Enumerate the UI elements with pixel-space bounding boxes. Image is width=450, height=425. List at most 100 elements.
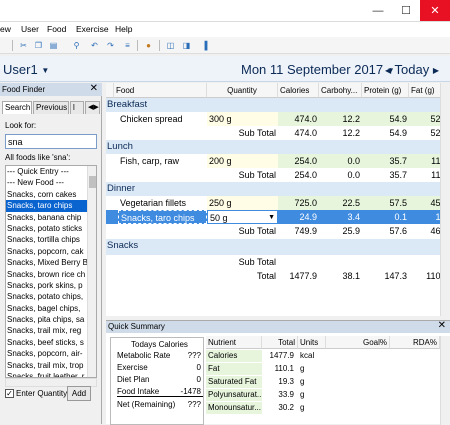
- food-list[interactable]: --- Quick Entry --- --- New Food --- Snack…: [5, 165, 97, 378]
- todays-calories-title: Todays Calories: [131, 340, 188, 349]
- food-cell[interactable]: Chicken spread: [118, 112, 207, 126]
- food-finder-header: Food Finder ✕: [0, 83, 102, 96]
- column-header-rda[interactable]: RDA%: [390, 336, 440, 349]
- panel-icon[interactable]: ◨: [181, 40, 192, 51]
- total-calories: 1477.9: [278, 269, 319, 283]
- today-button[interactable]: ◀ Today ▶: [385, 62, 439, 77]
- list-item[interactable]: Snacks, trail mix, trop: [6, 360, 96, 371]
- prev-day-icon[interactable]: ◀: [385, 66, 391, 75]
- enter-quantity-checkbox[interactable]: ✓ Enter Quantity: [5, 389, 67, 398]
- metabolic-rate-row: Metabolic Rate???: [117, 351, 201, 360]
- column-header-calories[interactable]: Calories: [278, 83, 319, 98]
- redo-icon[interactable]: ↷: [105, 40, 116, 51]
- layout-icon[interactable]: ◫: [165, 40, 176, 51]
- add-button[interactable]: Add: [67, 386, 91, 401]
- quantity-cell[interactable]: 300 g: [207, 112, 278, 126]
- paste-icon[interactable]: ▤: [48, 40, 59, 51]
- user-icon[interactable]: ●: [143, 40, 154, 51]
- column-header-protein[interactable]: Protein (g): [362, 83, 409, 98]
- meal-header-dinner: Dinner: [106, 182, 450, 196]
- summary-scrollbar[interactable]: [440, 336, 450, 425]
- list-item[interactable]: Snacks, popcorn, air-: [6, 348, 96, 359]
- list-item[interactable]: Snacks, brown rice ch: [6, 269, 96, 280]
- list-item[interactable]: Snacks, trail mix, reg: [6, 325, 96, 336]
- checkbox-checked-icon[interactable]: ✓: [5, 389, 14, 398]
- list-item[interactable]: Snacks, pork skins, p: [6, 280, 96, 291]
- list-item[interactable]: --- New Food ---: [6, 177, 96, 188]
- list-item[interactable]: Snacks, potato sticks: [6, 223, 96, 234]
- close-icon[interactable]: ✕: [438, 320, 446, 331]
- column-header-food[interactable]: Food: [114, 83, 207, 98]
- table-row[interactable]: Fish, carp, raw 200 g 254.0 0.0 35.7 11.…: [106, 154, 450, 168]
- column-header-units[interactable]: Units: [298, 336, 326, 349]
- column-header-quantity[interactable]: Quantity: [207, 83, 278, 98]
- maximize-button[interactable]: ☐: [392, 0, 420, 21]
- list-item[interactable]: Snacks, fruit leather, r: [6, 371, 96, 377]
- tab-previous[interactable]: Previous: [33, 101, 69, 114]
- cut-icon[interactable]: ✂: [18, 40, 29, 51]
- list-item[interactable]: Snacks, beef sticks, s: [6, 337, 96, 348]
- pin-icon[interactable]: ▐: [199, 40, 210, 51]
- search-input[interactable]: [5, 134, 97, 149]
- meal-header-breakfast: Breakfast: [106, 98, 450, 112]
- close-icon[interactable]: ✕: [90, 83, 98, 94]
- tab-other[interactable]: l: [70, 101, 84, 114]
- undo-icon[interactable]: ↶: [89, 40, 100, 51]
- minimize-button[interactable]: —: [364, 0, 392, 21]
- table-row[interactable]: Vegetarian fillets 250 g 725.0 22.5 57.5…: [106, 196, 450, 210]
- date-selector[interactable]: Mon 11 September 2017 ▼: [241, 62, 395, 77]
- calories-cell: 24.9: [278, 210, 319, 224]
- subtotal-carbs: 0.0: [319, 168, 362, 182]
- subtotal-label: Sub Total: [238, 226, 276, 236]
- quantity-cell[interactable]: 200 g: [207, 154, 278, 168]
- list-item[interactable]: Snacks, potato chips,: [6, 291, 96, 302]
- next-day-icon[interactable]: ▶: [433, 66, 439, 75]
- chevron-down-icon[interactable]: ▼: [268, 211, 275, 223]
- subtotal-carbs: 12.2: [319, 126, 362, 140]
- subtotal-protein: 57.6: [362, 224, 409, 238]
- list-item[interactable]: Snacks, banana chip: [6, 212, 96, 223]
- food-cell[interactable]: Snacks, taro chips: [118, 210, 207, 224]
- quantity-combo[interactable]: 50 g ▼: [207, 210, 278, 224]
- list-item[interactable]: Snacks, bagel chips,: [6, 303, 96, 314]
- food-cell[interactable]: Fish, carp, raw: [118, 154, 207, 168]
- menu-view[interactable]: ew: [0, 24, 11, 34]
- food-cell[interactable]: Vegetarian fillets: [118, 196, 207, 210]
- list-item[interactable]: Snacks, tortilla chips: [6, 234, 96, 245]
- close-button[interactable]: ✕: [420, 0, 450, 21]
- grid-scrollbar[interactable]: [440, 83, 450, 316]
- diary-grid: Food Quantity Calories Carbohy... Protei…: [106, 83, 450, 316]
- menu-exercise[interactable]: Exercise: [76, 24, 109, 34]
- copy-icon[interactable]: ❐: [33, 40, 44, 51]
- column-header-total[interactable]: Total: [262, 336, 298, 349]
- table-row-selected[interactable]: Snacks, taro chips 50 g▼ 24.9 3.4 0.1 1.…: [106, 210, 450, 224]
- tab-search[interactable]: Search: [2, 101, 32, 114]
- tab-scroll-arrows[interactable]: ◀▶: [85, 101, 100, 114]
- list-item[interactable]: Snacks, pita chips, sa: [6, 314, 96, 325]
- list-item[interactable]: Snacks, Mixed Berry B: [6, 257, 96, 268]
- column-header-carbohydrate[interactable]: Carbohy...: [319, 83, 362, 98]
- menu-food[interactable]: Food: [47, 24, 66, 34]
- list-item[interactable]: Snacks, corn cakes: [6, 189, 96, 200]
- list-item[interactable]: --- Quick Entry ---: [6, 166, 96, 177]
- list-icon[interactable]: ≡: [122, 40, 133, 51]
- menu-help[interactable]: Help: [115, 24, 132, 34]
- nutrient-row: Saturated Fat 19.3 g: [206, 376, 305, 388]
- list-item[interactable]: Snacks, taro chips: [6, 200, 96, 212]
- column-header-goal[interactable]: Goal%: [326, 336, 390, 349]
- toolbar: ✂ ❐ ▤ ⚲ ↶ ↷ ≡ ● ◫ ◨ ▐: [0, 37, 450, 54]
- subtotal-label: Sub Total: [238, 128, 276, 138]
- quantity-cell[interactable]: 250 g: [207, 196, 278, 210]
- user-selector[interactable]: User1 ▼: [3, 62, 49, 77]
- menu-user[interactable]: User: [21, 24, 39, 34]
- subtotal-row: Sub Total: [106, 255, 450, 269]
- scroll-thumb[interactable]: [89, 176, 96, 188]
- exercise-row: Exercise 0: [117, 363, 201, 372]
- todays-calories-box: Todays Calories Metabolic Rate??? Exerci…: [110, 337, 204, 425]
- search-icon[interactable]: ⚲: [71, 40, 82, 51]
- column-header-nutrient[interactable]: Nutrient: [206, 336, 262, 349]
- table-row[interactable]: Chicken spread 300 g 474.0 12.2 54.9 52.…: [106, 112, 450, 126]
- list-scrollbar[interactable]: [87, 166, 96, 377]
- subtotal-row: Sub Total 254.0 0.0 35.7 11.2: [106, 168, 450, 182]
- list-item[interactable]: Snacks, popcorn, cak: [6, 246, 96, 257]
